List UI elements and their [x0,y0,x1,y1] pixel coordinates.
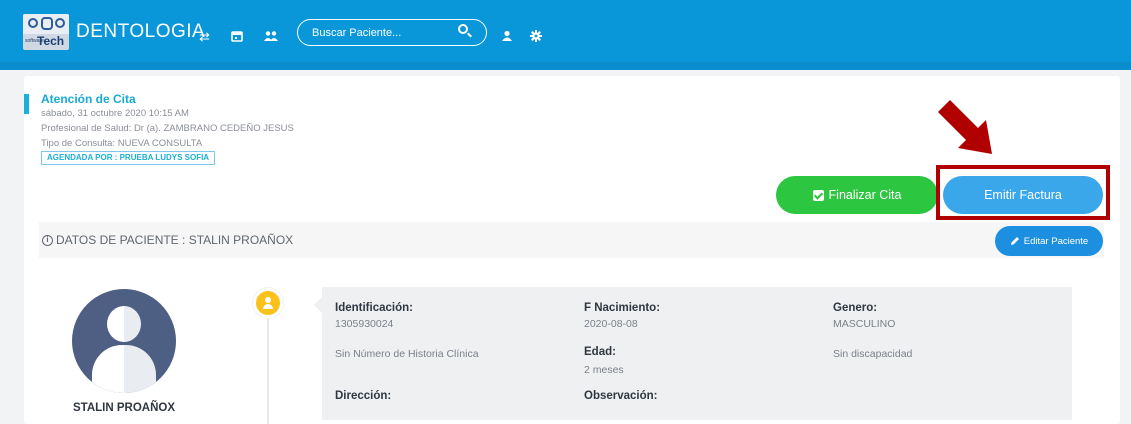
highlight-box-annotation [936,165,1110,220]
birth-label: F Nacimiento: [584,302,661,314]
age-label: Edad: [584,346,616,358]
id-value: 1305930024 [335,318,394,330]
title-accent-bar [24,94,29,114]
disability-text: Sin discapacidad [833,348,913,360]
gender-value: MASCULINO [833,318,896,330]
timeline-user-head [265,297,271,303]
avatar-shade [124,289,176,393]
check-icon [812,189,824,201]
timeline-line [267,316,269,424]
patient-section-title: i DATOS DE PACIENTE : STALIN PROAÑOX [42,233,293,247]
finish-appointment-label: Finalizar Cita [828,188,902,202]
red-arrow-annotation [938,100,992,154]
birth-value: 2020-08-08 [584,318,638,330]
professional-text: Profesional de Salud: Dr (a). ZAMBRANO C… [41,123,294,134]
finish-appointment-button[interactable]: Finalizar Cita [776,176,938,214]
exchange-icon[interactable]: ⇄ [199,30,210,43]
search-icon[interactable] [458,24,468,34]
logo-shape-left [28,18,38,28]
logo-text: Tech [37,34,65,48]
navbar-strip [0,62,1131,70]
calendar-icon[interactable] [231,30,243,44]
scheduled-by-badge: AGENDADA POR : PRUEBA LUDYS SOFIA [41,151,216,165]
patient-section-title-text: DATOS DE PACIENTE : STALIN PROAÑOX [56,233,294,247]
search-input[interactable] [312,24,452,41]
gender-label: Genero: [833,302,878,314]
info-icon: i [42,234,53,246]
timeline-user-body [263,304,273,309]
avatar [72,289,176,393]
page-title: Atención de Cita [41,92,136,106]
user-icon[interactable] [501,30,513,44]
observation-label: Observación: [584,390,658,402]
edit-patient-label: Editar Paciente [1023,235,1089,247]
timeline-user-icon [253,288,283,318]
app-logo[interactable]: software Tech [23,14,69,50]
search-box[interactable] [297,19,487,46]
history-number-text: Sin Número de Historia Clínica [335,348,479,360]
id-label: Identificación: [335,302,413,314]
address-label: Dirección: [335,390,392,402]
logo-shape-right [55,18,65,28]
app-brand[interactable]: DENTOLOGIA [76,21,205,43]
pencil-icon [1010,237,1019,245]
edit-patient-button[interactable]: Editar Paciente [995,226,1103,256]
patient-details-panel: Identificación: 1305930024 F Nacimiento:… [314,287,1072,420]
patient-name: STALIN PROAÑOX [73,402,176,414]
appointment-datetime: sábado, 31 octubre 2020 10:15 AM [41,108,189,119]
consult-type-text: Tipo de Consulta: NUEVA CONSULTA [41,138,203,149]
gear-icon[interactable] [530,30,542,44]
logo-shape-middle [41,17,53,30]
users-icon[interactable] [264,30,278,44]
age-value: 2 meses [584,364,624,376]
